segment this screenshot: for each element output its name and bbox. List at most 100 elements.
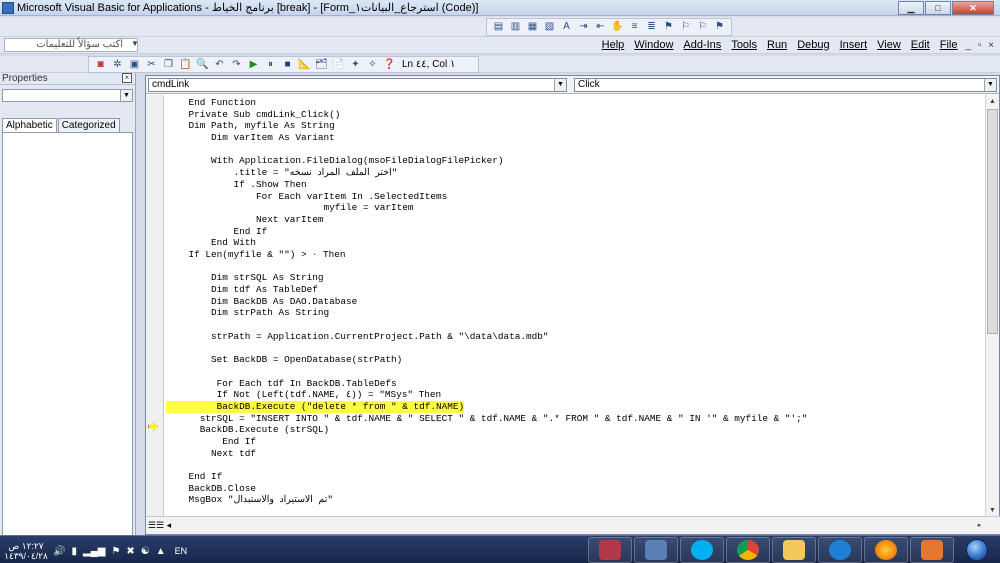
code-line[interactable]: Dim BackDB As DAO.Database	[166, 296, 984, 308]
menu-window[interactable]: Window	[634, 39, 673, 51]
comment-block-icon[interactable]: ≡	[627, 20, 642, 34]
clear-bookmarks-icon[interactable]: ⚑	[712, 20, 727, 34]
code-line[interactable]	[166, 319, 984, 331]
taskbar-media-player[interactable]	[910, 537, 954, 563]
language-indicator[interactable]: EN	[175, 546, 188, 556]
taskbar-skype[interactable]	[680, 537, 724, 563]
tray-app-icon[interactable]: ✖	[126, 546, 134, 557]
taskbar-vba[interactable]	[634, 537, 678, 563]
close-button[interactable]: ✕	[952, 1, 994, 15]
scroll-up-icon[interactable]: ▲	[987, 96, 998, 107]
code-line[interactable]: End If	[166, 226, 984, 238]
code-line[interactable]: Next tdf	[166, 448, 984, 460]
quick-info-icon[interactable]: ▦	[525, 20, 540, 34]
code-line[interactable]: End If	[166, 436, 984, 448]
taskbar-firefox[interactable]	[864, 537, 908, 563]
help-search-input[interactable]: اكتب سؤالاً للتعليمات	[4, 38, 138, 52]
margin-indicator-bar[interactable]	[146, 95, 164, 517]
cut-icon[interactable]: ✂	[144, 58, 159, 72]
complete-word-icon[interactable]: A	[559, 20, 574, 34]
code-line[interactable]: strSQL = "INSERT INTO " & tdf.NAME & " S…	[166, 413, 984, 425]
object-dropdown[interactable]: cmdLink ▼	[148, 78, 567, 92]
code-line[interactable]	[166, 144, 984, 156]
toolbox-icon[interactable]: ✧	[365, 58, 380, 72]
menu-edit[interactable]: Edit	[911, 39, 930, 51]
reset-icon[interactable]: ■	[280, 58, 295, 72]
start-button[interactable]	[958, 537, 996, 563]
properties-object-dropdown[interactable]: ▼	[2, 89, 133, 102]
code-line[interactable]: myfile = varItem	[166, 202, 984, 214]
code-line[interactable]: Dim varItem As Variant	[166, 132, 984, 144]
code-line[interactable]: MsgBox "تم الاستيراد والاستبدال"	[166, 494, 984, 506]
scroll-down-icon[interactable]: ▼	[987, 505, 998, 516]
menu-file[interactable]: File	[940, 39, 958, 51]
chevron-down-icon[interactable]: ▼	[554, 79, 566, 91]
code-line[interactable]: If Not (Left(tdf.NAME, ٤)) = "MSys" Then	[166, 389, 984, 401]
code-line[interactable]: BackDB.Close	[166, 483, 984, 495]
uncomment-block-icon[interactable]: ≣	[644, 20, 659, 34]
taskbar-access[interactable]	[588, 537, 632, 563]
menu-help[interactable]: Help	[602, 39, 625, 51]
help-icon[interactable]: ❓	[382, 58, 397, 72]
menu-run[interactable]: Run	[767, 39, 787, 51]
taskbar-explorer[interactable]	[772, 537, 816, 563]
taskbar-ie[interactable]	[818, 537, 862, 563]
antivirus-icon[interactable]: ☯	[141, 546, 150, 557]
properties-grid[interactable]	[2, 132, 133, 542]
parameter-info-icon[interactable]: ▧	[542, 20, 557, 34]
properties-window-icon[interactable]: 📄	[331, 58, 346, 72]
menu-debug[interactable]: Debug	[797, 39, 829, 51]
vertical-scroll-thumb[interactable]	[987, 109, 998, 334]
find-icon[interactable]: 🔍	[195, 58, 210, 72]
break-icon[interactable]: ⏸	[263, 58, 278, 72]
list-constants-icon[interactable]: ▥	[508, 20, 523, 34]
toggle-bookmark-icon[interactable]: ⚑	[661, 20, 676, 34]
copy-icon[interactable]: ❐	[161, 58, 176, 72]
code-line[interactable]: Set BackDB = OpenDatabase(strPath)	[166, 354, 984, 366]
vertical-scrollbar[interactable]: ▲ ▼	[985, 95, 999, 517]
code-line[interactable]	[166, 342, 984, 354]
list-properties-icon[interactable]: ▤	[491, 20, 506, 34]
code-line[interactable]: End Function	[166, 97, 984, 109]
view-access-icon[interactable]: ◙	[93, 58, 108, 72]
code-line[interactable]: BackDB.Execute (strSQL)	[166, 424, 984, 436]
view-mode-icons[interactable]: ☰☰ ◂	[148, 520, 171, 531]
minimize-button[interactable]: ▁	[898, 1, 924, 15]
scroll-right-icon[interactable]: ▸	[974, 520, 985, 531]
properties-close-button[interactable]: ×	[122, 73, 132, 83]
redo-icon[interactable]: ↷	[229, 58, 244, 72]
vba-app-icon[interactable]	[2, 1, 14, 14]
menu-view[interactable]: View	[877, 39, 901, 51]
code-line[interactable]: Private Sub cmdLink_Click()	[166, 109, 984, 121]
project-explorer-icon[interactable]: 🗂	[314, 58, 329, 72]
chevron-down-icon[interactable]: ▼	[120, 90, 132, 101]
insert-module-icon[interactable]: ✲	[110, 58, 125, 72]
code-line[interactable]: Next varItem	[166, 214, 984, 226]
code-line[interactable]	[166, 261, 984, 273]
code-line[interactable]	[166, 366, 984, 378]
run-icon[interactable]: ▶	[246, 58, 261, 72]
paste-icon[interactable]: 📋	[178, 58, 193, 72]
horizontal-scrollbar[interactable]: ☰☰ ◂ ▸	[146, 516, 1000, 534]
maximize-button[interactable]: □	[925, 1, 951, 15]
code-line[interactable]: For Each tdf In BackDB.TableDefs	[166, 378, 984, 390]
menu-add-ins[interactable]: Add-Ins	[683, 39, 721, 51]
object-browser-icon[interactable]: ✦	[348, 58, 363, 72]
code-line[interactable]: End With	[166, 237, 984, 249]
code-line[interactable]: BackDB.Execute ("delete * from " & tdf.N…	[166, 400, 984, 413]
taskbar-chrome[interactable]	[726, 537, 770, 563]
indent-icon[interactable]: ⇥	[576, 20, 591, 34]
code-line[interactable]: Dim tdf As TableDef	[166, 284, 984, 296]
code-line[interactable]: With Application.FileDialog(msoFileDialo…	[166, 155, 984, 167]
code-line[interactable]: Dim Path, myfile As String	[166, 120, 984, 132]
code-line[interactable]: Dim strSQL As String	[166, 272, 984, 284]
next-bookmark-icon[interactable]: ⚐	[678, 20, 693, 34]
show-hidden-icons[interactable]: ▲	[156, 546, 166, 557]
network-icon[interactable]: ▮	[71, 546, 77, 557]
menu-tools[interactable]: Tools	[731, 39, 757, 51]
code-line[interactable]: If Len(myfile & "") > ٠ Then	[166, 249, 984, 261]
volume-icon[interactable]: 🔊	[53, 546, 65, 557]
clock[interactable]: ١٢:٢٧ ص ١٤٣٩/٠٤/٢٨	[2, 541, 50, 561]
outdent-icon[interactable]: ⇤	[593, 20, 608, 34]
flag-icon[interactable]: ⚑	[111, 546, 120, 557]
